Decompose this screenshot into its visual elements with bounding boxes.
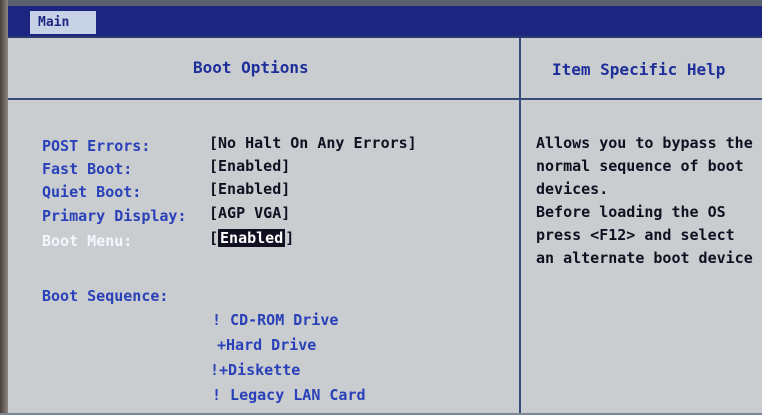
help-line: normal sequence of boot — [536, 157, 744, 175]
monitor-bezel-left — [0, 0, 8, 413]
boot-item-hard-drive[interactable]: +Hard Drive — [217, 336, 316, 354]
help-line: press <F12> and select — [536, 226, 735, 244]
boot-item-cdrom[interactable]: ! CD-ROM Drive — [212, 311, 338, 329]
boot-item-diskette[interactable]: !+Diskette — [210, 361, 300, 379]
boot-sequence-label: Boot Sequence: — [42, 287, 169, 305]
tab-main[interactable]: Main — [30, 11, 96, 34]
setting-label-boot-menu: Boot Menu: — [42, 232, 133, 250]
help-line: devices. — [536, 180, 609, 198]
setting-label-post-errors: POST Errors: — [42, 137, 151, 155]
bracket-open: [ — [209, 229, 219, 247]
setting-value-fast-boot[interactable]: [Enabled] — [209, 157, 290, 175]
setting-value-post-errors[interactable]: [No Halt On Any Errors] — [209, 134, 417, 152]
setting-label-primary-display: Primary Display: — [42, 207, 187, 225]
panel-title-boot-options: Boot Options — [193, 58, 309, 77]
setting-value-boot-menu[interactable]: [Enabled] — [209, 229, 294, 247]
header-divider — [8, 98, 762, 100]
bracket-close: ] — [285, 229, 295, 247]
panel-title-help: Item Specific Help — [552, 60, 726, 79]
setting-label-fast-boot: Fast Boot: — [42, 160, 133, 178]
selected-value[interactable]: Enabled — [218, 229, 286, 247]
help-line: Before loading the OS — [536, 203, 726, 221]
setting-label-quiet-boot: Quiet Boot: — [42, 183, 142, 201]
help-line: Allows you to bypass the — [536, 134, 753, 152]
help-line: an alternate boot device — [536, 249, 753, 267]
help-text: Allows you to bypass the normal sequence… — [536, 132, 762, 270]
menu-bar — [8, 6, 762, 36]
setting-value-quiet-boot[interactable]: [Enabled] — [209, 180, 290, 198]
boot-item-legacy-lan[interactable]: ! Legacy LAN Card — [212, 386, 366, 404]
panel-divider — [519, 38, 521, 413]
setting-value-primary-display[interactable]: [AGP VGA] — [209, 204, 290, 222]
